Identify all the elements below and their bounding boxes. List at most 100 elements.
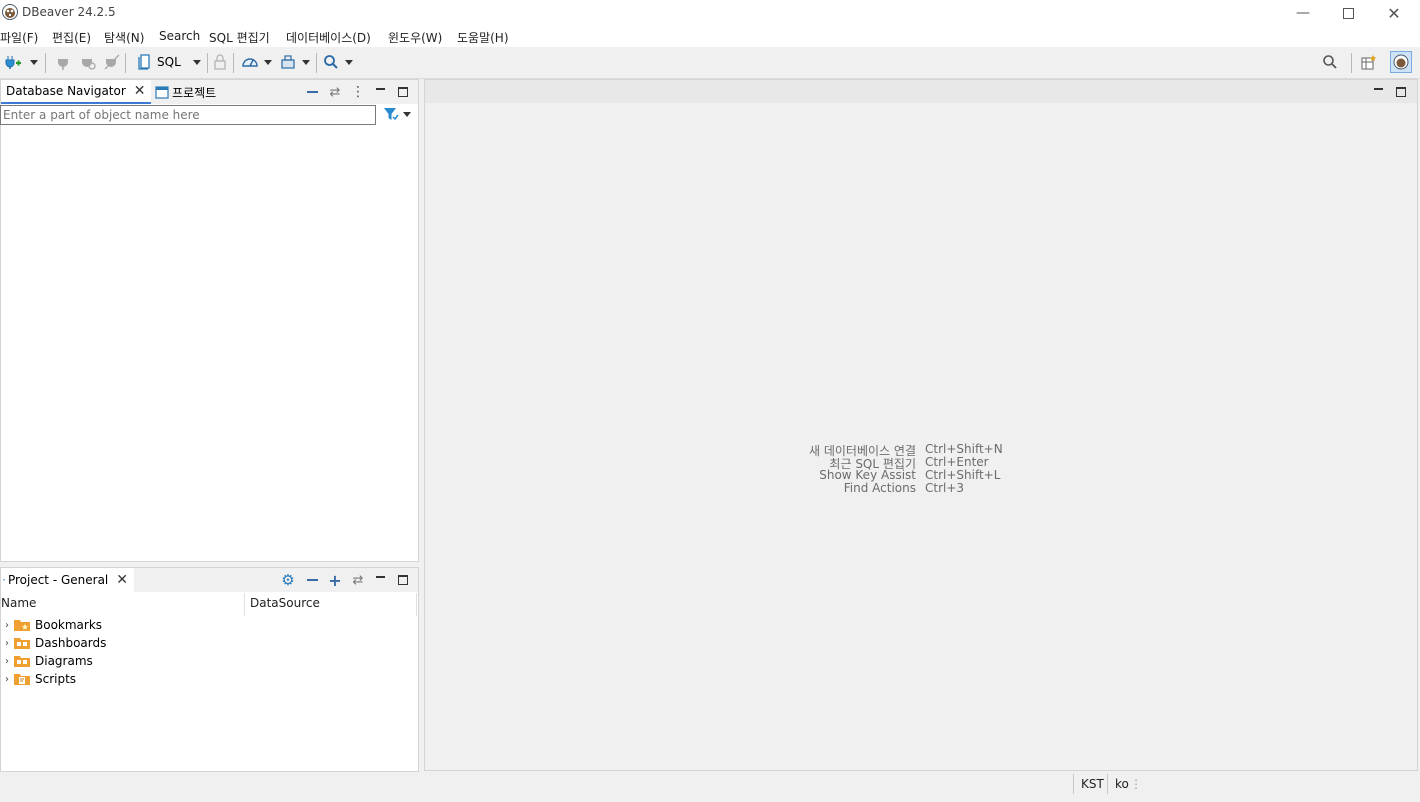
- close-button[interactable]: ✕: [1371, 0, 1417, 26]
- menu-edit[interactable]: 편집(E): [52, 29, 91, 46]
- scripts-folder-icon: [14, 674, 30, 685]
- tree-item-diagrams[interactable]: › Diagrams: [1, 652, 93, 670]
- maximize-view-button[interactable]: [395, 84, 411, 100]
- collapse-all-button[interactable]: [304, 572, 320, 588]
- view-menu-icon: ⋮: [351, 84, 365, 100]
- tab-database-navigator[interactable]: Database Navigator ✕: [1, 80, 151, 104]
- hint-find-actions-shortcut: Ctrl+3: [925, 481, 965, 495]
- maximize-button[interactable]: [1325, 0, 1371, 26]
- bookmarks-folder-icon: [14, 620, 30, 631]
- transaction-lock-button[interactable]: [213, 53, 227, 71]
- new-connection-dropdown[interactable]: [30, 53, 38, 71]
- menu-database[interactable]: 데이터베이스(D): [286, 29, 371, 46]
- minimize-view-button[interactable]: [372, 572, 388, 588]
- dashboard-button[interactable]: [241, 53, 259, 71]
- navigator-tabbar: Database Navigator ✕ 프로젝트 ⇄ ⋮: [1, 80, 418, 104]
- chevron-right-icon[interactable]: ›: [2, 638, 12, 649]
- menu-navigate[interactable]: 탐색(N): [104, 29, 144, 46]
- tab-project-general-label: Project - General: [7, 573, 109, 587]
- toolbar-separator: [233, 53, 234, 73]
- global-search-button[interactable]: [1322, 53, 1338, 71]
- hint-key-assist-label: Show Key Assist: [819, 468, 916, 482]
- search-toolbar-button[interactable]: [323, 53, 339, 71]
- close-icon[interactable]: ✕: [116, 573, 128, 587]
- dbeaver-perspective-button[interactable]: [1390, 51, 1412, 73]
- search-icon: [324, 55, 338, 69]
- reconnect-button[interactable]: [80, 53, 96, 71]
- minimize-editor-button[interactable]: [1370, 84, 1386, 100]
- link-with-editor-button[interactable]: ⇄: [350, 572, 366, 588]
- minimize-view-button[interactable]: [372, 84, 388, 100]
- menu-file[interactable]: 파일(F): [0, 29, 38, 46]
- chevron-down-icon: [30, 59, 38, 65]
- chevron-right-icon[interactable]: ›: [2, 674, 12, 685]
- status-bar: KST ko ⋮: [0, 772, 1420, 796]
- chevron-right-icon[interactable]: ›: [2, 620, 12, 631]
- open-perspective-button[interactable]: [1361, 53, 1377, 71]
- minimize-button[interactable]: —: [1280, 0, 1326, 26]
- expand-all-button[interactable]: +: [327, 571, 343, 590]
- minimize-view-icon: [375, 88, 385, 90]
- disconnect-button[interactable]: [104, 53, 120, 71]
- sql-dropdown[interactable]: [193, 53, 201, 71]
- new-connection-button[interactable]: [4, 53, 22, 71]
- sql-editor-button[interactable]: SQL: [138, 53, 181, 71]
- link-with-editor-button[interactable]: ⇄: [327, 84, 343, 100]
- tree-item-dashboards[interactable]: › Dashboards: [1, 634, 106, 652]
- collapse-all-icon: [306, 91, 318, 93]
- hint-find-actions-label: Find Actions: [843, 481, 916, 495]
- column-header-name[interactable]: Name: [1, 596, 36, 610]
- chevron-right-icon[interactable]: ›: [2, 656, 12, 667]
- diagrams-folder-icon: [14, 656, 30, 667]
- title-bar: DBeaver 24.2.5 — ✕: [0, 0, 1420, 26]
- chevron-down-icon: [193, 59, 201, 65]
- tree-item-label: Dashboards: [35, 636, 107, 650]
- status-grip-icon: ⋮: [1130, 777, 1142, 791]
- minimize-icon: —: [1296, 5, 1310, 21]
- connect-button[interactable]: [56, 53, 70, 71]
- view-menu-button[interactable]: ⋮: [350, 84, 366, 100]
- tree-item-bookmarks[interactable]: › Bookmarks: [1, 616, 102, 634]
- collapse-all-button[interactable]: [304, 84, 320, 100]
- status-locale[interactable]: ko: [1115, 777, 1129, 791]
- status-timezone[interactable]: KST: [1081, 777, 1104, 791]
- tools-dropdown[interactable]: [302, 53, 310, 71]
- status-separator: [1107, 774, 1108, 794]
- filter-icon: [384, 108, 399, 121]
- database-navigator-panel: Database Navigator ✕ 프로젝트 ⇄ ⋮: [0, 79, 419, 562]
- maximize-view-icon: [398, 87, 408, 97]
- column-divider: [244, 593, 245, 616]
- tree-item-scripts[interactable]: › Scripts: [1, 670, 76, 688]
- maximize-editor-button[interactable]: [1393, 84, 1409, 100]
- tree-item-label: Diagrams: [35, 654, 93, 668]
- project-general-panel: Project - General ✕ ⚙ + ⇄ Name DataSourc…: [0, 567, 419, 772]
- plug-refresh-icon: [82, 55, 96, 70]
- toolbar-separator: [45, 53, 46, 73]
- toolbar-separator: [125, 53, 126, 73]
- project-settings-button[interactable]: ⚙: [280, 571, 296, 589]
- tools-button[interactable]: [280, 53, 296, 71]
- close-icon[interactable]: ✕: [134, 84, 146, 98]
- database-tools-icon: [281, 55, 295, 69]
- minimize-view-icon: [1373, 88, 1383, 90]
- search-dropdown[interactable]: [345, 53, 353, 71]
- menu-sql-editor[interactable]: SQL 편집기: [209, 29, 270, 46]
- menu-search[interactable]: Search: [159, 29, 200, 43]
- window-title: DBeaver 24.2.5: [22, 5, 116, 19]
- toolbar-separator: [207, 53, 208, 73]
- navigator-filter-input[interactable]: [0, 105, 376, 125]
- menu-help[interactable]: 도움말(H): [457, 29, 509, 46]
- column-header-datasource[interactable]: DataSource: [250, 596, 320, 610]
- lock-icon: [214, 54, 226, 70]
- maximize-icon: [1342, 7, 1354, 19]
- tab-projects[interactable]: 프로젝트: [155, 80, 216, 104]
- filter-settings-button[interactable]: [383, 107, 411, 122]
- tab-project-general[interactable]: Project - General ✕: [1, 568, 134, 592]
- maximize-view-button[interactable]: [395, 572, 411, 588]
- open-perspective-icon: [1361, 55, 1376, 70]
- menu-window[interactable]: 윈도우(W): [388, 29, 442, 46]
- tab-database-navigator-label: Database Navigator: [6, 84, 126, 98]
- dashboard-dropdown[interactable]: [264, 53, 272, 71]
- dashboard-gauge-icon: [242, 58, 258, 67]
- project-tabbar: Project - General ✕ ⚙ + ⇄: [1, 568, 418, 592]
